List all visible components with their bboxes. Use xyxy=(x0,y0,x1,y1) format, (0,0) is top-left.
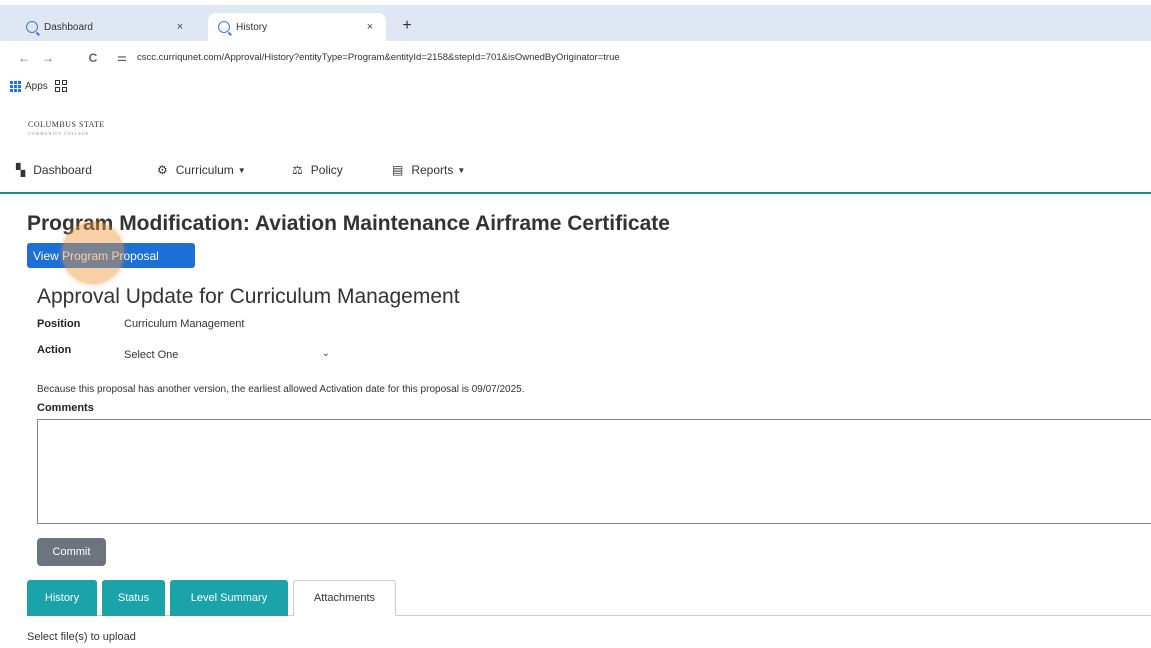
nav-policy[interactable]: ⚖ Policy xyxy=(292,163,343,177)
action-select[interactable]: Select One ⌄ xyxy=(116,344,334,366)
apps-grid-icon[interactable] xyxy=(10,81,21,92)
nav-label: Policy xyxy=(310,163,343,177)
caret-down-icon: ▼ xyxy=(237,165,246,175)
policy-icon: ⚖ xyxy=(292,163,303,177)
nav-curriculum[interactable]: ⚙ Curriculum ▼ xyxy=(157,163,246,177)
bookmarks-bar: Apps xyxy=(0,75,1151,99)
click-indicator xyxy=(62,222,124,284)
address-bar[interactable]: cscc.curriqunet.com/Approval/History?ent… xyxy=(137,52,620,63)
logo-text: COLUMBUS STATE xyxy=(28,120,105,129)
apps-bookmark[interactable]: Apps xyxy=(25,81,48,92)
nav-label: Dashboard xyxy=(33,163,92,177)
section-title: Approval Update for Curriculum Managemen… xyxy=(37,285,460,308)
close-tab-icon[interactable]: × xyxy=(362,21,378,33)
position-value: Curriculum Management xyxy=(124,318,245,330)
curriculum-icon: ⚙ xyxy=(157,163,168,177)
forward-arrow-icon[interactable]: → xyxy=(41,51,55,65)
tab-status[interactable]: Status xyxy=(102,580,165,616)
logo-subtext: COMMUNITY COLLEGE xyxy=(28,131,90,136)
new-tab-button[interactable]: + xyxy=(398,18,416,34)
reports-icon: ▤ xyxy=(392,163,404,177)
chevron-down-icon: ⌄ xyxy=(321,348,330,359)
page-title: Program Modification: Aviation Maintenan… xyxy=(27,212,670,235)
comments-label: Comments xyxy=(37,402,94,414)
back-arrow-icon[interactable]: ← xyxy=(17,51,31,65)
tab-attachments[interactable]: Attachments xyxy=(293,580,396,616)
tab-history[interactable]: History xyxy=(27,580,97,616)
tab-level-summary[interactable]: Level Summary xyxy=(170,580,288,616)
dashboard-icon: ▚ xyxy=(16,163,26,177)
browser-tab-dashboard[interactable]: Dashboard × xyxy=(16,13,196,41)
activation-date-note: Because this proposal has another versio… xyxy=(37,384,525,395)
bookmark-grid-icon[interactable] xyxy=(55,80,67,92)
comments-textarea[interactable] xyxy=(37,419,1151,524)
detail-tabs: History Status Level Summary Attachments xyxy=(27,580,1151,616)
browser-tab-strip: Dashboard × History × + xyxy=(0,5,1151,41)
nav-label: Curriculum xyxy=(175,163,234,177)
commit-button[interactable]: Commit xyxy=(37,538,106,566)
site-settings-icon[interactable]: ⚌ xyxy=(117,51,127,64)
browser-toolbar: ← → C ⚌ cscc.curriqunet.com/Approval/His… xyxy=(0,41,1151,75)
caret-down-icon: ▼ xyxy=(457,165,466,175)
browser-tab-title: Dashboard xyxy=(44,21,93,33)
position-label: Position xyxy=(37,318,81,330)
browser-tab-history[interactable]: History × xyxy=(208,13,386,41)
close-tab-icon[interactable]: × xyxy=(172,21,188,33)
college-logo[interactable]: COLUMBUS STATE COMMUNITY COLLEGE xyxy=(28,120,105,136)
nav-reports[interactable]: ▤ Reports ▼ xyxy=(392,163,465,177)
main-nav: ▚ Dashboard ⚙ Curriculum ▼ ⚖ Policy ▤ Re… xyxy=(0,158,1151,194)
curriqunet-favicon-icon xyxy=(26,21,38,33)
reload-icon[interactable]: C xyxy=(86,51,100,65)
action-label: Action xyxy=(37,344,72,356)
curriqunet-favicon-icon xyxy=(218,21,230,33)
browser-tab-title: History xyxy=(236,21,268,33)
nav-dashboard[interactable]: ▚ Dashboard xyxy=(16,163,92,177)
nav-label: Reports xyxy=(411,163,454,177)
action-selected-value: Select One xyxy=(124,349,179,361)
upload-label: Select file(s) to upload xyxy=(27,631,136,643)
